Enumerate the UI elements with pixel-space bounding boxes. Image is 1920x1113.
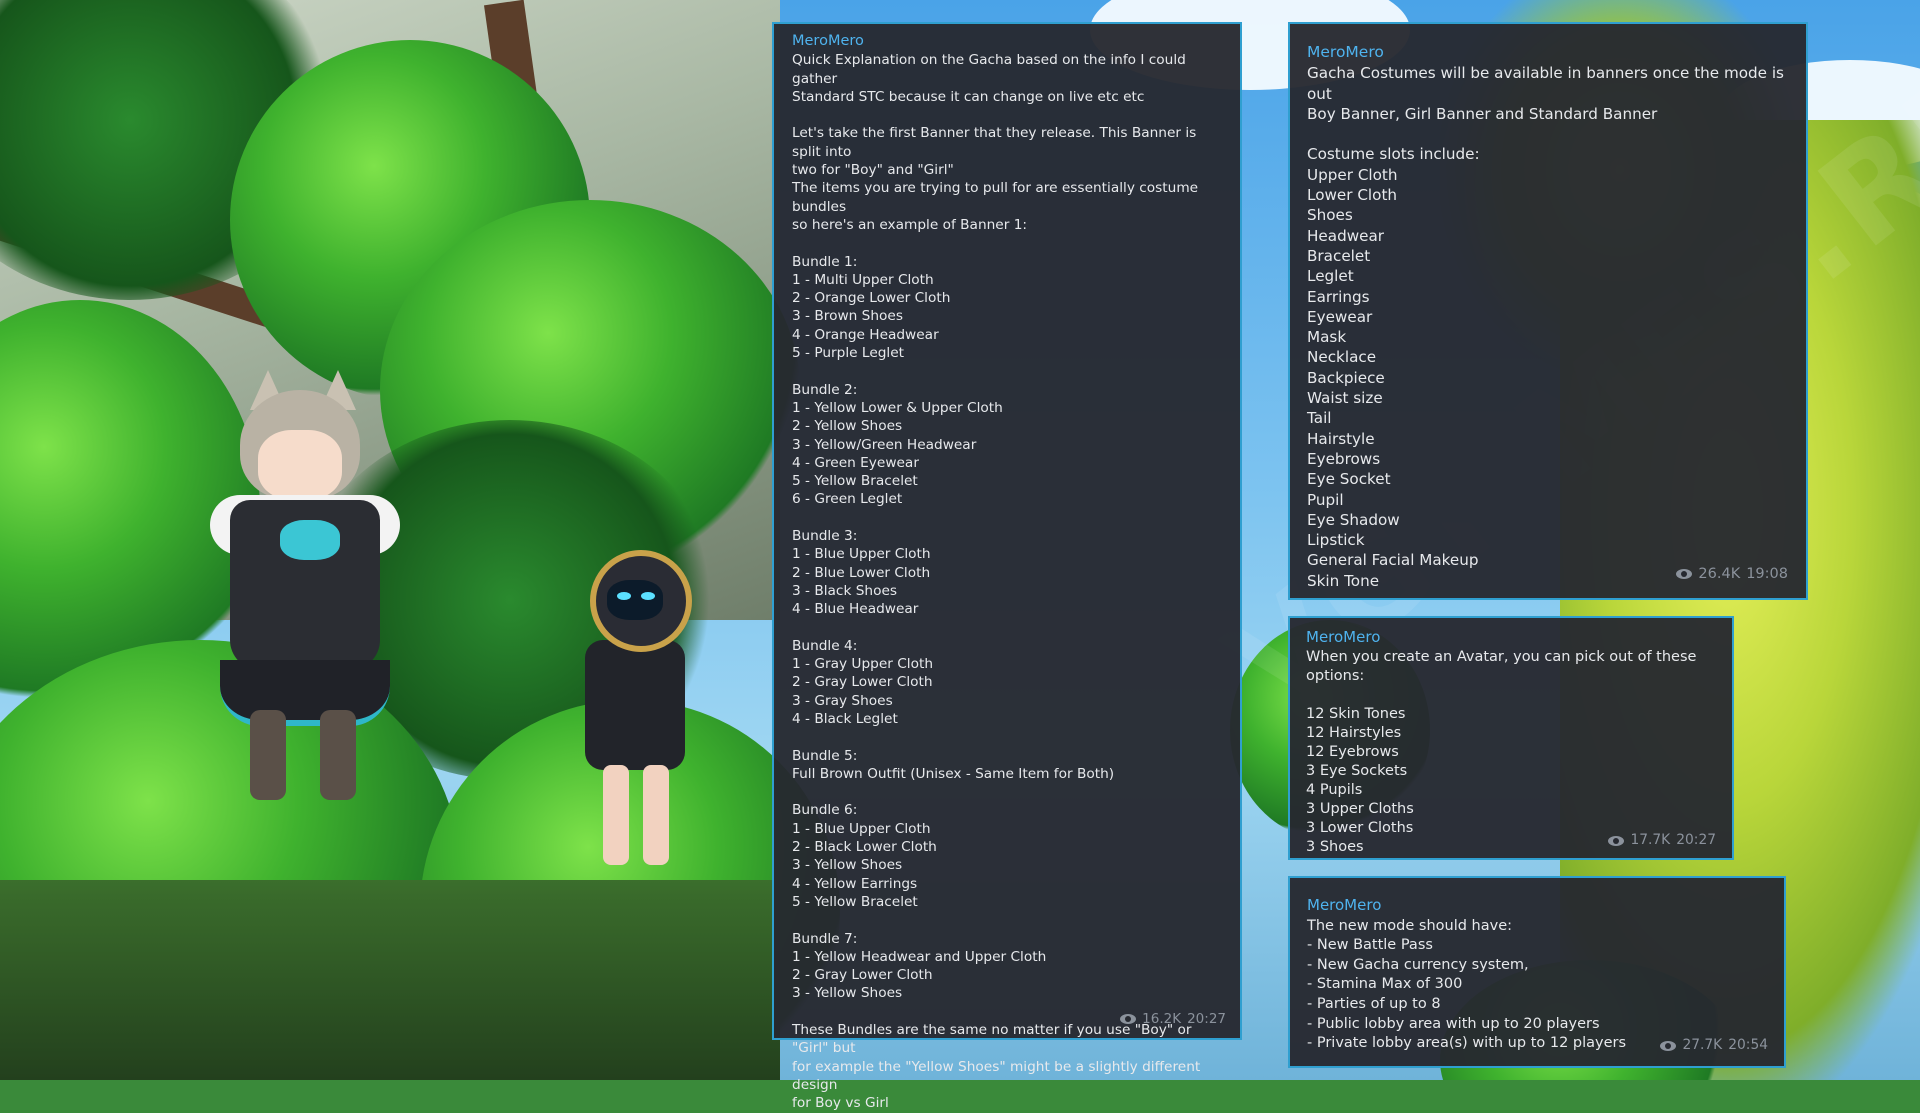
message-author[interactable]: MeroMero — [792, 32, 1226, 50]
character-leg — [603, 765, 629, 865]
message-meta: 17.7K 20:27 — [1608, 831, 1716, 850]
message-time: 19:08 — [1746, 565, 1788, 582]
character-face — [258, 430, 342, 500]
message-author[interactable]: MeroMero — [1306, 628, 1718, 647]
message-text: Gacha Costumes will be available in bann… — [1307, 64, 1784, 590]
character-leg — [250, 710, 286, 800]
chat-message-costume-slots: MeroMero Gacha Costumes will be availabl… — [1288, 22, 1808, 600]
view-count: 27.7K — [1682, 1037, 1723, 1054]
message-meta: 16.2K 20:27 — [1120, 1010, 1226, 1028]
message-author[interactable]: MeroMero — [1307, 42, 1790, 62]
views-eye-icon — [1660, 1041, 1677, 1052]
cat-girl-character — [170, 370, 450, 800]
message-time: 20:27 — [1187, 1010, 1226, 1027]
character-body — [585, 640, 685, 770]
character-leg — [320, 710, 356, 800]
message-meta: 26.4K 19:08 — [1676, 564, 1788, 584]
message-time: 20:54 — [1728, 1037, 1768, 1054]
character-bow — [280, 520, 340, 560]
character-skirt — [220, 660, 390, 726]
view-count: 17.7K — [1630, 832, 1671, 848]
glowing-eye — [617, 592, 631, 600]
views-eye-icon — [1120, 1013, 1137, 1024]
views-eye-icon — [1608, 835, 1625, 846]
glowing-eye — [641, 592, 655, 600]
chat-message-avatar-options: MeroMero When you create an Avatar, you … — [1288, 616, 1734, 860]
chat-message-new-mode-features: MeroMero The new mode should have: - New… — [1288, 876, 1786, 1068]
masked-boy-character — [555, 550, 715, 880]
chat-message-gacha-explanation: MeroMero Quick Explanation on the Gacha … — [772, 22, 1242, 1111]
message-time: 20:27 — [1676, 832, 1716, 848]
message-meta: 27.7K 20:54 — [1660, 1036, 1768, 1056]
character-leg — [643, 765, 669, 865]
message-text: When you create an Avatar, you can pick … — [1306, 649, 1697, 855]
ground — [0, 880, 780, 1080]
message-author[interactable]: MeroMero — [1307, 896, 1770, 916]
character-mask — [607, 580, 663, 620]
message-text: Quick Explanation on the Gacha based on … — [792, 52, 1201, 1112]
view-count: 26.4K — [1698, 565, 1741, 582]
view-count: 16.2K — [1142, 1010, 1182, 1027]
message-text: The new mode should have: - New Battle P… — [1307, 917, 1627, 1052]
views-eye-icon — [1676, 568, 1693, 579]
